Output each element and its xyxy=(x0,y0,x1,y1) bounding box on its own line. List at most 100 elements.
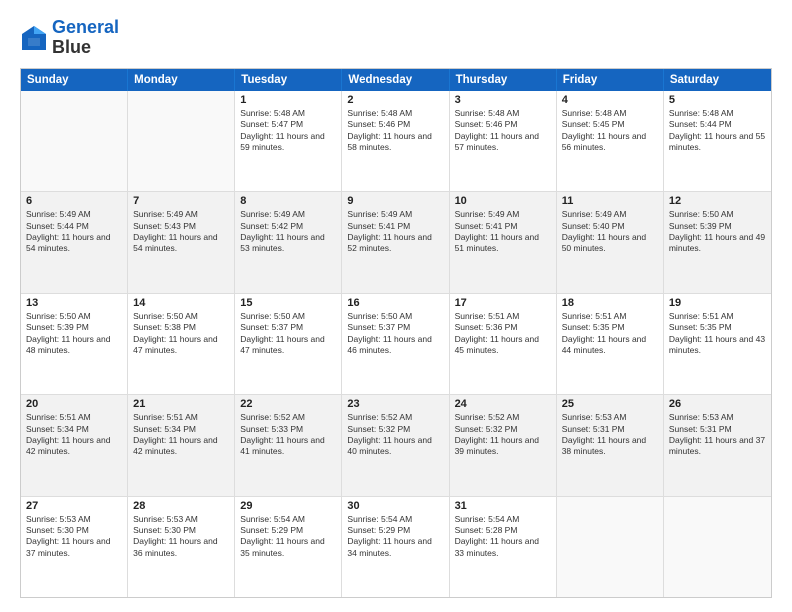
day-info: Sunrise: 5:53 AM Sunset: 5:30 PM Dayligh… xyxy=(133,514,229,560)
day-number: 20 xyxy=(26,398,122,410)
day-number: 8 xyxy=(240,195,336,207)
calendar: SundayMondayTuesdayWednesdayThursdayFrid… xyxy=(20,68,772,598)
day-cell-31: 31 Sunrise: 5:54 AM Sunset: 5:28 PM Dayli… xyxy=(450,497,557,597)
day-info: Sunrise: 5:48 AM Sunset: 5:46 PM Dayligh… xyxy=(455,108,551,154)
day-cell-18: 18 Sunrise: 5:51 AM Sunset: 5:35 PM Dayli… xyxy=(557,294,664,394)
day-number: 2 xyxy=(347,94,443,106)
day-info: Sunrise: 5:49 AM Sunset: 5:43 PM Dayligh… xyxy=(133,209,229,255)
day-info: Sunrise: 5:54 AM Sunset: 5:28 PM Dayligh… xyxy=(455,514,551,560)
day-number: 1 xyxy=(240,94,336,106)
day-info: Sunrise: 5:50 AM Sunset: 5:37 PM Dayligh… xyxy=(240,311,336,357)
day-cell-27: 27Sunrise: 5:53 AM Sunset: 5:30 PM Dayli… xyxy=(21,497,128,597)
day-cell-29: 29 Sunrise: 5:54 AM Sunset: 5:29 PM Dayli… xyxy=(235,497,342,597)
day-number: 7 xyxy=(133,195,229,207)
day-info: Sunrise: 5:48 AM Sunset: 5:47 PM Dayligh… xyxy=(240,108,336,154)
logo-text: General Blue xyxy=(52,18,119,58)
day-info: Sunrise: 5:50 AM Sunset: 5:38 PM Dayligh… xyxy=(133,311,229,357)
day-info: Sunrise: 5:54 AM Sunset: 5:29 PM Dayligh… xyxy=(240,514,336,560)
header-day-friday: Friday xyxy=(557,69,664,91)
day-number: 13 xyxy=(26,297,122,309)
day-info: Sunrise: 5:50 AM Sunset: 5:39 PM Dayligh… xyxy=(26,311,122,357)
calendar-row-0: 1 Sunrise: 5:48 AM Sunset: 5:47 PM Daylig… xyxy=(21,91,771,191)
day-cell-8: 8 Sunrise: 5:49 AM Sunset: 5:42 PM Daylig… xyxy=(235,192,342,292)
day-number: 12 xyxy=(669,195,766,207)
day-cell-30: 30 Sunrise: 5:54 AM Sunset: 5:29 PM Dayli… xyxy=(342,497,449,597)
day-number: 16 xyxy=(347,297,443,309)
day-cell-2: 2 Sunrise: 5:48 AM Sunset: 5:46 PM Daylig… xyxy=(342,91,449,191)
header: General Blue xyxy=(20,18,772,58)
logo: General Blue xyxy=(20,18,119,58)
day-info: Sunrise: 5:49 AM Sunset: 5:40 PM Dayligh… xyxy=(562,209,658,255)
day-info: Sunrise: 5:52 AM Sunset: 5:32 PM Dayligh… xyxy=(455,412,551,458)
day-cell-17: 17 Sunrise: 5:51 AM Sunset: 5:36 PM Dayli… xyxy=(450,294,557,394)
day-cell-14: 14 Sunrise: 5:50 AM Sunset: 5:38 PM Dayli… xyxy=(128,294,235,394)
day-number: 31 xyxy=(455,500,551,512)
day-info: Sunrise: 5:48 AM Sunset: 5:46 PM Dayligh… xyxy=(347,108,443,154)
logo-icon xyxy=(20,24,48,52)
day-number: 26 xyxy=(669,398,766,410)
header-day-monday: Monday xyxy=(128,69,235,91)
day-number: 29 xyxy=(240,500,336,512)
day-number: 6 xyxy=(26,195,122,207)
calendar-row-1: 6 Sunrise: 5:49 AM Sunset: 5:44 PM Daylig… xyxy=(21,191,771,292)
day-number: 19 xyxy=(669,297,766,309)
day-cell-1: 1 Sunrise: 5:48 AM Sunset: 5:47 PM Daylig… xyxy=(235,91,342,191)
day-cell-21: 21 Sunrise: 5:51 AM Sunset: 5:34 PM Dayli… xyxy=(128,395,235,495)
empty-cell xyxy=(21,91,128,191)
day-cell-16: 16 Sunrise: 5:50 AM Sunset: 5:37 PM Dayli… xyxy=(342,294,449,394)
empty-cell xyxy=(664,497,771,597)
header-day-sunday: Sunday xyxy=(21,69,128,91)
day-info: Sunrise: 5:51 AM Sunset: 5:35 PM Dayligh… xyxy=(562,311,658,357)
day-info: Sunrise: 5:53 AM Sunset: 5:30 PM Dayligh… xyxy=(26,514,122,560)
empty-cell xyxy=(128,91,235,191)
day-number: 4 xyxy=(562,94,658,106)
day-cell-13: 13 Sunrise: 5:50 AM Sunset: 5:39 PM Dayli… xyxy=(21,294,128,394)
day-info: Sunrise: 5:48 AM Sunset: 5:45 PM Dayligh… xyxy=(562,108,658,154)
day-info: Sunrise: 5:51 AM Sunset: 5:34 PM Dayligh… xyxy=(133,412,229,458)
day-cell-9: 9 Sunrise: 5:49 AM Sunset: 5:41 PM Daylig… xyxy=(342,192,449,292)
day-info: Sunrise: 5:53 AM Sunset: 5:31 PM Dayligh… xyxy=(669,412,766,458)
day-cell-10: 10 Sunrise: 5:49 AM Sunset: 5:41 PM Dayli… xyxy=(450,192,557,292)
day-cell-5: 5Sunrise: 5:48 AM Sunset: 5:44 PM Daylig… xyxy=(664,91,771,191)
day-number: 18 xyxy=(562,297,658,309)
calendar-row-3: 20 Sunrise: 5:51 AM Sunset: 5:34 PM Dayli… xyxy=(21,394,771,495)
day-number: 3 xyxy=(455,94,551,106)
day-cell-26: 26 Sunrise: 5:53 AM Sunset: 5:31 PM Dayli… xyxy=(664,395,771,495)
day-cell-15: 15 Sunrise: 5:50 AM Sunset: 5:37 PM Dayli… xyxy=(235,294,342,394)
day-info: Sunrise: 5:50 AM Sunset: 5:39 PM Dayligh… xyxy=(669,209,766,255)
day-number: 21 xyxy=(133,398,229,410)
day-info: Sunrise: 5:53 AM Sunset: 5:31 PM Dayligh… xyxy=(562,412,658,458)
logo-line1: General xyxy=(52,18,119,38)
day-info: Sunrise: 5:51 AM Sunset: 5:36 PM Dayligh… xyxy=(455,311,551,357)
day-info: Sunrise: 5:49 AM Sunset: 5:41 PM Dayligh… xyxy=(347,209,443,255)
header-day-thursday: Thursday xyxy=(450,69,557,91)
day-info: Sunrise: 5:48 AM Sunset: 5:44 PM Dayligh… xyxy=(669,108,766,154)
calendar-row-2: 13 Sunrise: 5:50 AM Sunset: 5:39 PM Dayli… xyxy=(21,293,771,394)
day-info: Sunrise: 5:49 AM Sunset: 5:41 PM Dayligh… xyxy=(455,209,551,255)
header-day-saturday: Saturday xyxy=(664,69,771,91)
logo-line2: Blue xyxy=(52,38,119,58)
day-number: 15 xyxy=(240,297,336,309)
day-info: Sunrise: 5:54 AM Sunset: 5:29 PM Dayligh… xyxy=(347,514,443,560)
day-number: 24 xyxy=(455,398,551,410)
day-cell-3: 3 Sunrise: 5:48 AM Sunset: 5:46 PM Daylig… xyxy=(450,91,557,191)
day-number: 14 xyxy=(133,297,229,309)
day-info: Sunrise: 5:52 AM Sunset: 5:33 PM Dayligh… xyxy=(240,412,336,458)
day-number: 10 xyxy=(455,195,551,207)
day-info: Sunrise: 5:50 AM Sunset: 5:37 PM Dayligh… xyxy=(347,311,443,357)
day-number: 9 xyxy=(347,195,443,207)
day-number: 28 xyxy=(133,500,229,512)
day-cell-12: 12 Sunrise: 5:50 AM Sunset: 5:39 PM Dayli… xyxy=(664,192,771,292)
day-number: 22 xyxy=(240,398,336,410)
day-number: 23 xyxy=(347,398,443,410)
day-cell-23: 23 Sunrise: 5:52 AM Sunset: 5:32 PM Dayli… xyxy=(342,395,449,495)
day-info: Sunrise: 5:49 AM Sunset: 5:42 PM Dayligh… xyxy=(240,209,336,255)
day-number: 17 xyxy=(455,297,551,309)
header-day-tuesday: Tuesday xyxy=(235,69,342,91)
day-cell-20: 20Sunrise: 5:51 AM Sunset: 5:34 PM Dayli… xyxy=(21,395,128,495)
day-info: Sunrise: 5:52 AM Sunset: 5:32 PM Dayligh… xyxy=(347,412,443,458)
day-cell-24: 24 Sunrise: 5:52 AM Sunset: 5:32 PM Dayli… xyxy=(450,395,557,495)
calendar-row-4: 27Sunrise: 5:53 AM Sunset: 5:30 PM Dayli… xyxy=(21,496,771,597)
day-info: Sunrise: 5:49 AM Sunset: 5:44 PM Dayligh… xyxy=(26,209,122,255)
day-number: 30 xyxy=(347,500,443,512)
